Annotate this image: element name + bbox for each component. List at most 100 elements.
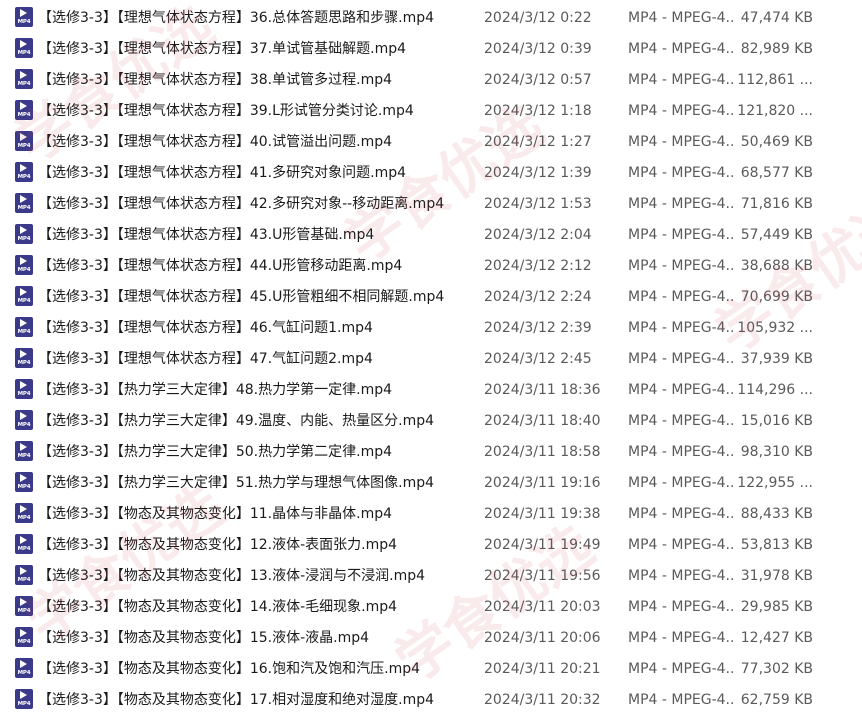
file-size: 121,820 ... [737,103,813,119]
file-name: 【选修3-3】【理想气体状态方程】42.多研究对象--移动距离.mp4 [38,196,445,212]
file-row[interactable]: MP4 【选修3-3】【热力学三大定律】51.热力学与理想气体图像.mp4 2024… [0,467,862,498]
file-size: 47,474 KB [740,10,813,26]
mp4-file-icon: MP4 [15,162,33,182]
mp4-file-icon: MP4 [15,286,33,306]
play-icon [20,133,27,141]
file-date-modified: 2024/3/12 2:24 [484,289,592,305]
file-date-modified: 2024/3/11 19:38 [484,506,601,522]
play-icon [20,226,27,234]
file-name: 【选修3-3】【理想气体状态方程】45.U形管粗细不相同解题.mp4 [38,289,445,305]
file-row[interactable]: MP4 【选修3-3】【物态及其物态变化】12.液体-表面张力.mp4 2024/3… [0,529,862,560]
file-type: MP4 - MPEG-4... [628,41,736,57]
file-type: MP4 - MPEG-4... [628,134,736,150]
file-row[interactable]: MP4 【选修3-3】【热力学三大定律】49.温度、内能、热量区分.mp4 2024… [0,405,862,436]
mp4-file-icon: MP4 [15,503,33,523]
icon-label: MP4 [17,236,31,242]
mp4-file-icon: MP4 [15,100,33,120]
file-row[interactable]: MP4 【选修3-3】【理想气体状态方程】38.单试管多过程.mp4 2024/3/… [0,64,862,95]
file-size: 62,759 KB [740,692,813,708]
file-date-modified: 2024/3/12 2:04 [484,227,592,243]
file-name: 【选修3-3】【物态及其物态变化】12.液体-表面张力.mp4 [38,537,398,553]
file-row[interactable]: MP4 【选修3-3】【理想气体状态方程】41.多研究对象问题.mp4 2024/3… [0,157,862,188]
file-size: 29,985 KB [740,599,813,615]
file-row[interactable]: MP4 【选修3-3】【理想气体状态方程】46.气缸问题1.mp4 2024/3/1… [0,312,862,343]
file-row[interactable]: MP4 【选修3-3】【热力学三大定律】50.热力学第二定律.mp4 2024/3/… [0,436,862,467]
file-name: 【选修3-3】【热力学三大定律】51.热力学与理想气体图像.mp4 [38,475,435,491]
file-size: 114,296 ... [737,382,813,398]
file-name: 【选修3-3】【热力学三大定律】50.热力学第二定律.mp4 [38,444,393,460]
file-name: 【选修3-3】【物态及其物态变化】14.液体-毛细现象.mp4 [38,599,398,615]
file-row[interactable]: MP4 【选修3-3】【理想气体状态方程】44.U形管移动距离.mp4 2024/3… [0,250,862,281]
file-date-modified: 2024/3/11 19:56 [484,568,601,584]
icon-label: MP4 [17,546,31,552]
play-icon [20,536,27,544]
file-size: 70,699 KB [740,289,813,305]
file-date-modified: 2024/3/11 19:49 [484,537,601,553]
file-row[interactable]: MP4 【选修3-3】【物态及其物态变化】14.液体-毛细现象.mp4 2024/3… [0,591,862,622]
file-name: 【选修3-3】【理想气体状态方程】47.气缸问题2.mp4 [38,351,373,367]
mp4-file-icon: MP4 [15,317,33,337]
file-row[interactable]: MP4 【选修3-3】【热力学三大定律】48.热力学第一定律.mp4 2024/3/… [0,374,862,405]
icon-label: MP4 [17,484,31,490]
mp4-file-icon: MP4 [15,565,33,585]
file-row[interactable]: MP4 【选修3-3】【理想气体状态方程】39.L形试管分类讨论.mp4 2024/… [0,95,862,126]
file-date-modified: 2024/3/12 0:22 [484,10,592,26]
icon-label: MP4 [17,19,31,25]
icon-label: MP4 [17,112,31,118]
file-size: 98,310 KB [740,444,813,460]
file-size: 37,939 KB [740,351,813,367]
play-icon [20,629,27,637]
file-row[interactable]: MP4 【选修3-3】【理想气体状态方程】45.U形管粗细不相同解题.mp4 202… [0,281,862,312]
file-type: MP4 - MPEG-4... [628,103,736,119]
file-date-modified: 2024/3/12 2:12 [484,258,592,274]
file-type: MP4 - MPEG-4... [628,227,736,243]
file-date-modified: 2024/3/11 18:36 [484,382,601,398]
file-size: 112,861 ... [737,72,813,88]
file-row[interactable]: MP4 【选修3-3】【理想气体状态方程】47.气缸问题2.mp4 2024/3/1… [0,343,862,374]
file-size: 68,577 KB [740,165,813,181]
file-type: MP4 - MPEG-4... [628,196,736,212]
file-row[interactable]: MP4 【选修3-3】【理想气体状态方程】43.U形管基础.mp4 2024/3/1… [0,219,862,250]
mp4-file-icon: MP4 [15,596,33,616]
file-row[interactable]: MP4 【选修3-3】【理想气体状态方程】36.总体答题思路和步骤.mp4 2024… [0,2,862,33]
file-name: 【选修3-3】【理想气体状态方程】46.气缸问题1.mp4 [38,320,373,336]
file-size: 105,932 ... [737,320,813,336]
file-type: MP4 - MPEG-4... [628,630,736,646]
mp4-file-icon: MP4 [15,348,33,368]
file-name: 【选修3-3】【理想气体状态方程】38.单试管多过程.mp4 [38,72,393,88]
file-type: MP4 - MPEG-4... [628,599,736,615]
icon-label: MP4 [17,174,31,180]
file-name: 【选修3-3】【热力学三大定律】49.温度、内能、热量区分.mp4 [38,413,435,429]
file-name: 【选修3-3】【物态及其物态变化】13.液体-浸润与不浸润.mp4 [38,568,426,584]
file-row[interactable]: MP4 【选修3-3】【物态及其物态变化】15.液体-液晶.mp4 2024/3/1… [0,622,862,653]
file-row[interactable]: MP4 【选修3-3】【理想气体状态方程】37.单试管基础解题.mp4 2024/3… [0,33,862,64]
file-row[interactable]: MP4 【选修3-3】【物态及其物态变化】13.液体-浸润与不浸润.mp4 2024… [0,560,862,591]
file-row[interactable]: MP4 【选修3-3】【物态及其物态变化】11.晶体与非晶体.mp4 2024/3/… [0,498,862,529]
mp4-file-icon: MP4 [15,193,33,213]
file-type: MP4 - MPEG-4... [628,475,736,491]
file-type: MP4 - MPEG-4... [628,382,736,398]
file-name: 【选修3-3】【理想气体状态方程】36.总体答题思路和步骤.mp4 [38,10,435,26]
file-row[interactable]: MP4 【选修3-3】【物态及其物态变化】16.饱和汽及饱和汽压.mp4 2024/… [0,653,862,684]
file-date-modified: 2024/3/11 20:21 [484,661,601,677]
file-row[interactable]: MP4 【选修3-3】【理想气体状态方程】40.试管溢出问题.mp4 2024/3/… [0,126,862,157]
file-row[interactable]: MP4 【选修3-3】【理想气体状态方程】42.多研究对象--移动距离.mp4 20… [0,188,862,219]
play-icon [20,288,27,296]
file-type: MP4 - MPEG-4... [628,537,736,553]
icon-label: MP4 [17,205,31,211]
mp4-file-icon: MP4 [15,627,33,647]
icon-label: MP4 [17,453,31,459]
file-size: 31,978 KB [740,568,813,584]
file-type: MP4 - MPEG-4... [628,320,736,336]
file-date-modified: 2024/3/12 0:39 [484,41,592,57]
mp4-file-icon: MP4 [15,689,33,709]
file-date-modified: 2024/3/12 2:39 [484,320,592,336]
play-icon [20,350,27,358]
mp4-file-icon: MP4 [15,379,33,399]
file-type: MP4 - MPEG-4... [628,72,736,88]
mp4-file-icon: MP4 [15,658,33,678]
file-row[interactable]: MP4 【选修3-3】【物态及其物态变化】17.相对湿度和绝对湿度.mp4 2024… [0,684,862,715]
file-size: 57,449 KB [740,227,813,243]
file-size: 71,816 KB [740,196,813,212]
file-size: 77,302 KB [740,661,813,677]
